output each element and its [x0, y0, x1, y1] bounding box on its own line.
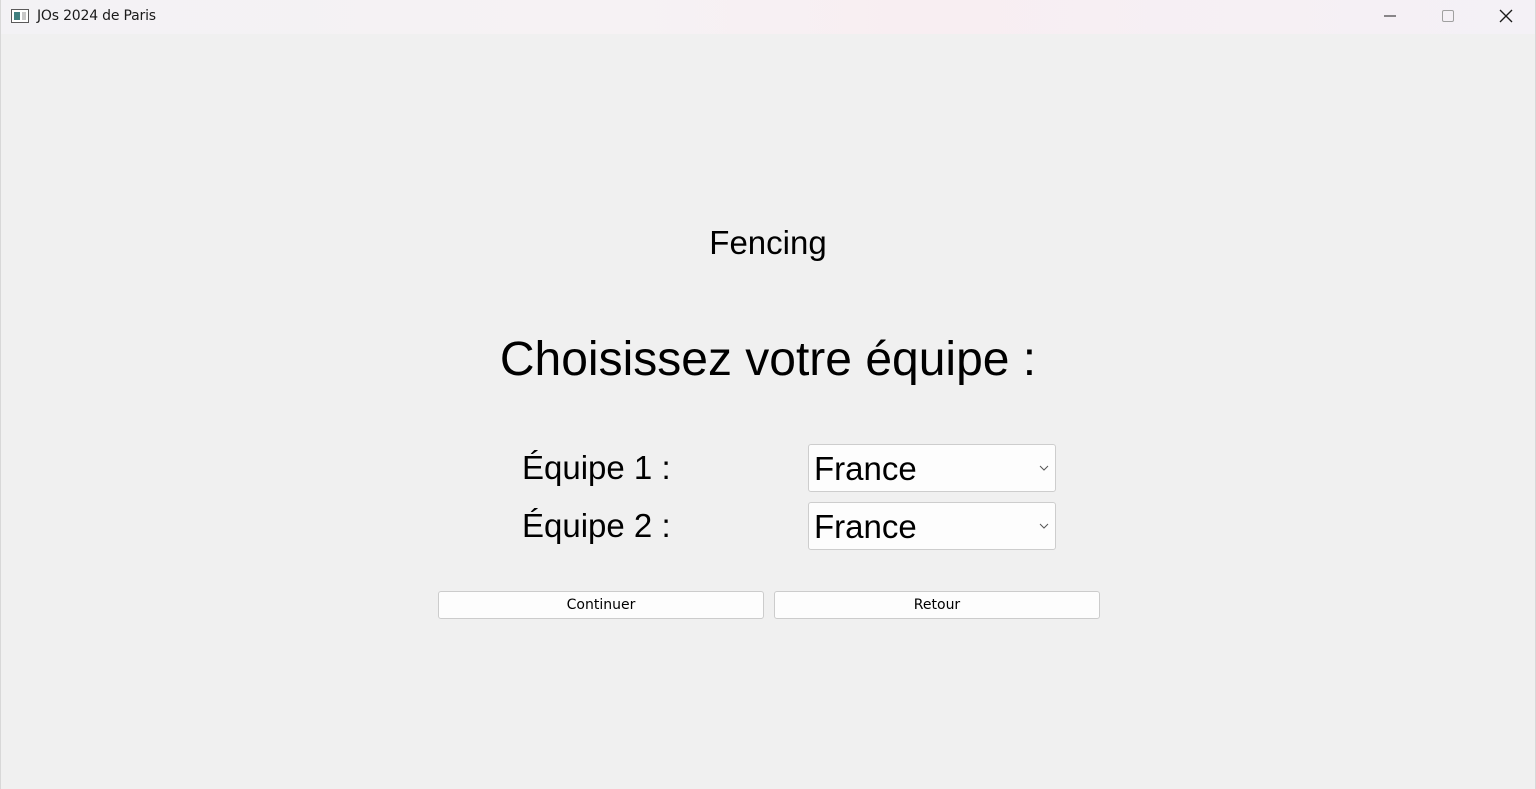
minimize-button[interactable] [1361, 0, 1419, 32]
team1-select[interactable]: France [808, 444, 1056, 492]
minimize-icon [1384, 15, 1396, 17]
close-icon [1499, 9, 1513, 23]
chevron-down-icon [1039, 465, 1049, 471]
team2-selected-value: France [814, 508, 917, 545]
maximize-icon [1442, 10, 1454, 22]
app-window-icon [11, 9, 29, 23]
title-bar[interactable]: JOs 2024 de Paris [1, 0, 1535, 34]
team1-label: Équipe 1 : [522, 449, 671, 486]
back-button[interactable]: Retour [774, 591, 1100, 619]
chevron-down-icon [1039, 523, 1049, 529]
team2-select[interactable]: France [808, 502, 1056, 550]
close-button[interactable] [1477, 0, 1535, 32]
team1-selected-value: France [814, 450, 917, 487]
window-title: JOs 2024 de Paris [37, 8, 156, 24]
continue-button[interactable]: Continuer [438, 591, 764, 619]
team2-label: Équipe 2 : [522, 507, 671, 544]
sport-title: Fencing [709, 224, 827, 261]
maximize-button[interactable] [1419, 0, 1477, 32]
app-window: JOs 2024 de Paris Fencing Choisissez vot… [0, 0, 1536, 789]
choose-team-heading: Choisissez votre équipe : [499, 333, 1037, 386]
